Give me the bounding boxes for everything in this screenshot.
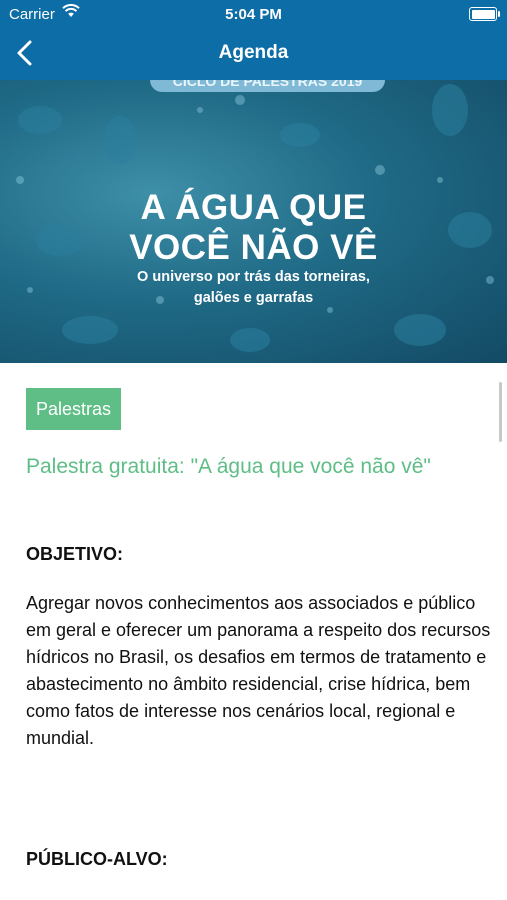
app-header: Carrier 5:04 PM Agenda: [0, 0, 507, 80]
status-bar: Carrier 5:04 PM: [0, 0, 507, 30]
category-tag[interactable]: Palestras: [26, 388, 122, 430]
audience-label: PÚBLICO-ALVO:: [26, 849, 168, 869]
objective-text: Agregar novos conhecimentos aos associad…: [26, 593, 491, 748]
hero-badge: CICLO DE PALESTRAS 2019: [150, 80, 385, 92]
hero-subtitle-line2: galões e garrafas: [193, 290, 314, 306]
hero-title-line1: A ÁGUA QUE: [140, 188, 367, 227]
hero-subtitle: O universo por trás das torneiras, galõe…: [0, 267, 507, 309]
battery-icon: [469, 7, 500, 21]
event-title: Palestra gratuita: "A água que você não …: [26, 455, 431, 478]
page-title: Agenda: [218, 42, 289, 63]
scrollbar[interactable]: [499, 382, 502, 442]
hero-title: A ÁGUA QUE VOCÊ NÃO VÊ: [0, 188, 507, 268]
status-time: 5:04 PM: [225, 6, 282, 23]
nav-bar: Agenda: [0, 30, 507, 80]
event-banner-image: CICLO DE PALESTRAS 2019 A ÁGUA QUE VOCÊ …: [0, 80, 507, 363]
hero-title-line2: VOCÊ NÃO VÊ: [129, 228, 378, 267]
hero-subtitle-line1: O universo por trás das torneiras,: [137, 269, 370, 285]
objective-label: OBJETIVO:: [26, 544, 124, 564]
